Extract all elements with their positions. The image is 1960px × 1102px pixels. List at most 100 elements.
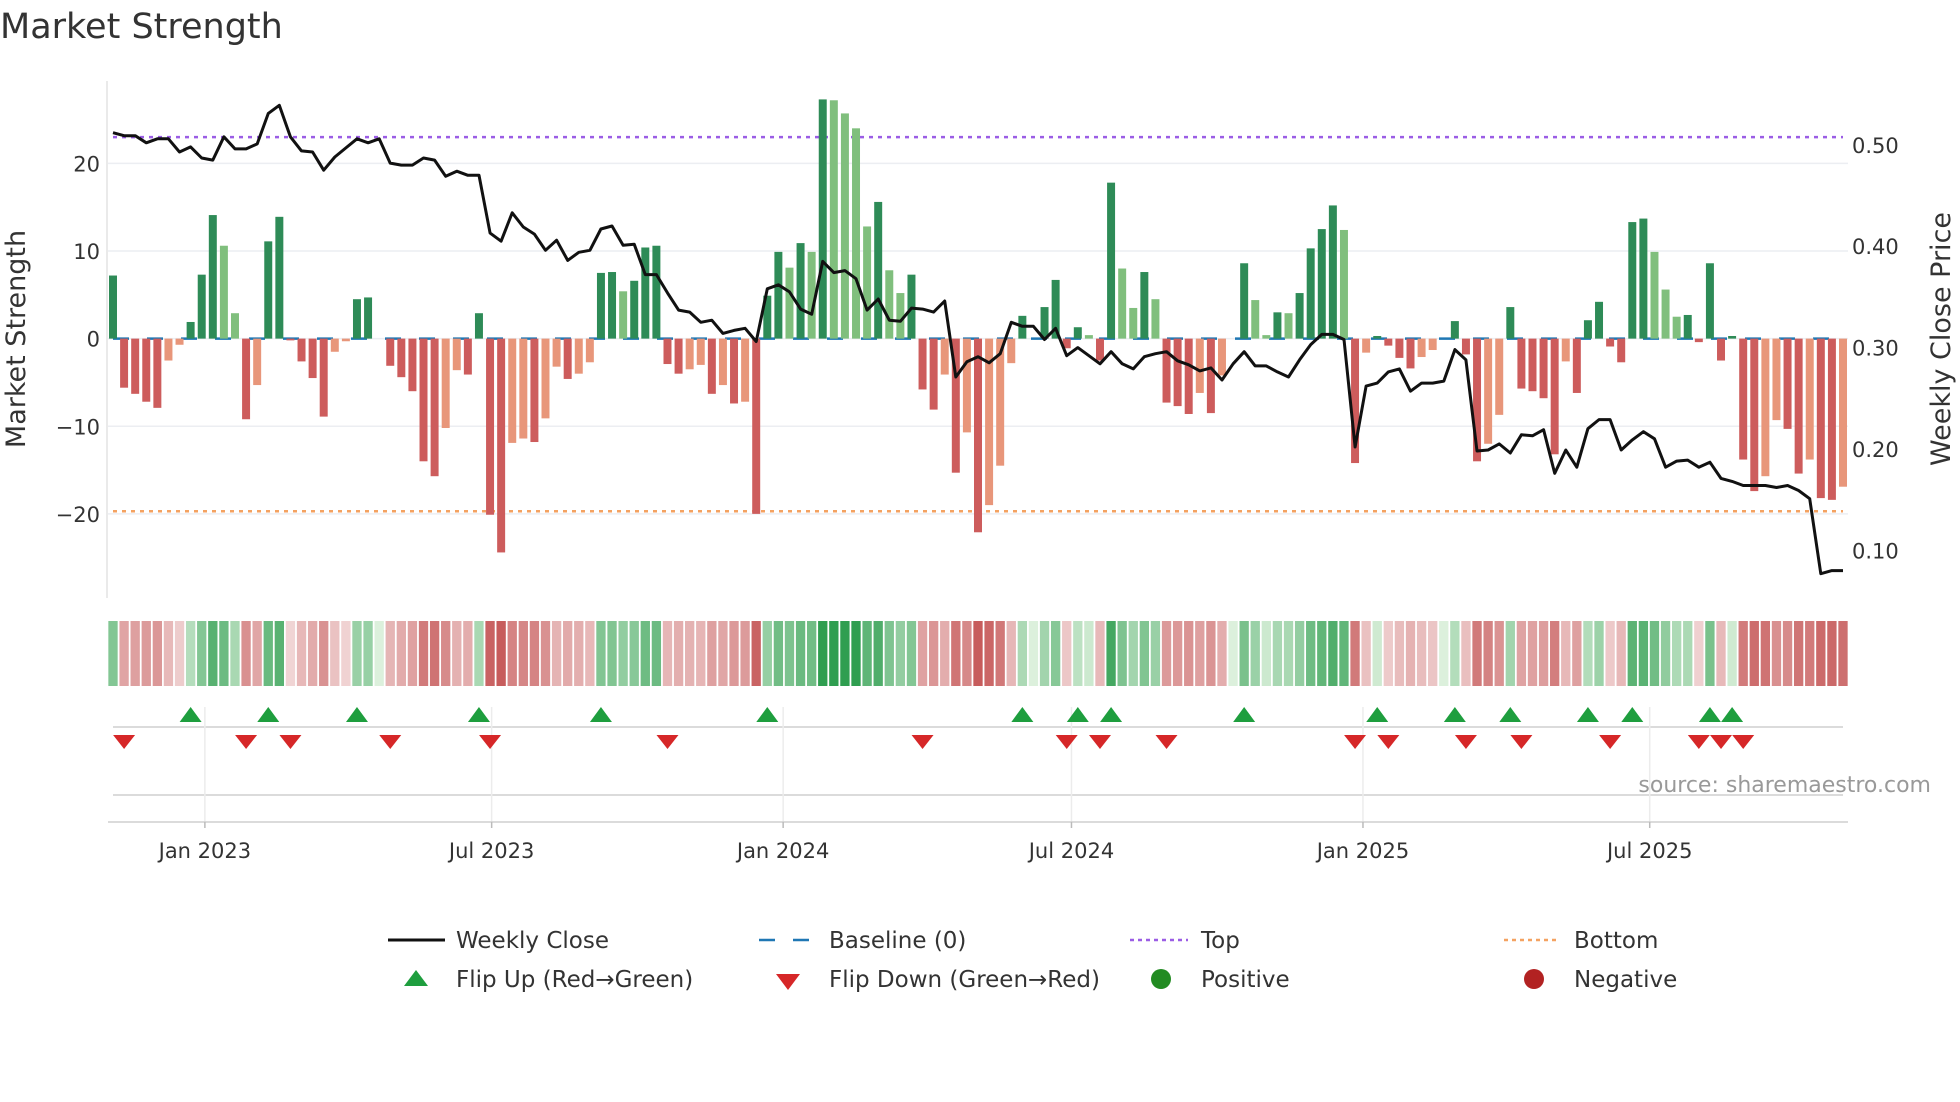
strength-bar (608, 272, 617, 339)
strength-bar (1606, 338, 1615, 347)
strength-bar (430, 338, 439, 477)
heat-strip-cell (1283, 621, 1294, 686)
heat-strip-cell (418, 621, 429, 686)
strength-bar (962, 338, 971, 433)
legend-label: Weekly Close (456, 928, 609, 954)
strength-bar (275, 216, 284, 339)
heat-strip-cell (185, 621, 196, 686)
positive-dot-icon (1151, 969, 1171, 989)
legend-label: Flip Down (Green→Red) (829, 967, 1100, 993)
strength-bar (1317, 229, 1326, 339)
heat-strip-cell (1317, 621, 1327, 686)
strength-bar (408, 338, 417, 392)
strength-bar (508, 338, 517, 443)
heat-strip-cell (1128, 621, 1138, 686)
strength-bar (1827, 338, 1836, 500)
strength-bar (1240, 263, 1249, 339)
y-tick-label: −10 (56, 415, 100, 439)
heat-strip-cell (629, 621, 639, 686)
strength-bar (1517, 338, 1526, 389)
x-tick-label: Jan 2025 (1315, 839, 1410, 863)
heat-strip-cell (274, 621, 285, 686)
strength-bar (1495, 338, 1504, 415)
heat-strip-cell (928, 621, 939, 686)
legend-item-positive: Positive (1151, 967, 1290, 993)
flip-up-marker (179, 707, 202, 722)
triangle-down-icon (776, 974, 800, 990)
heat-strip-cell (751, 621, 761, 686)
strength-bar (341, 338, 350, 342)
heat-strip-cell (485, 621, 495, 686)
heat-strip-cell (230, 621, 240, 686)
strength-bar (596, 272, 605, 339)
heat-strip-cell (951, 621, 961, 686)
heat-strip-cell (1627, 621, 1637, 686)
strength-bar (741, 338, 750, 402)
heat-strip-cell (152, 621, 163, 686)
strength-bar (641, 247, 650, 339)
strength-bar (1373, 335, 1382, 339)
heat-strip-cell (219, 621, 229, 686)
flip-down-marker (911, 735, 934, 749)
strength-bar (1129, 307, 1138, 339)
strength-bar (707, 338, 716, 394)
heat-strip-cell (296, 621, 307, 686)
strength-bar (1694, 338, 1703, 343)
strength-bar (630, 280, 639, 339)
heat-strip-cell (130, 621, 140, 686)
strength-bar (397, 338, 406, 378)
strength-bar (1406, 338, 1415, 369)
strength-bar (1550, 338, 1559, 455)
heat-strip-cell (285, 621, 296, 686)
heat-strip-cell (407, 621, 418, 686)
heat-strip-cell (1483, 621, 1493, 686)
strength-bar (1595, 301, 1604, 339)
heat-strip-cell (141, 621, 151, 686)
strength-bar (109, 275, 117, 339)
strength-heat-strip (108, 621, 1848, 686)
heat-strip-cell (729, 621, 739, 686)
strength-bar (974, 338, 982, 533)
strength-bar (652, 245, 661, 339)
heat-strip-cell (1816, 621, 1826, 686)
heat-strip-cell (1073, 621, 1083, 686)
flip-up-marker (1443, 707, 1466, 722)
heat-strip-cell (540, 621, 551, 686)
strength-bar (1772, 338, 1781, 421)
strength-bar (308, 338, 317, 379)
strength-bar (752, 338, 761, 514)
heat-strip-cell (1683, 621, 1693, 686)
heat-strip-cell (1716, 621, 1726, 686)
flip-up-marker (467, 707, 490, 722)
strength-bar (1095, 338, 1104, 361)
flip-up-marker (1066, 707, 1089, 722)
heat-strip-cell (784, 621, 795, 686)
strength-bar (1484, 338, 1493, 444)
heat-strip-cell (1294, 621, 1305, 686)
heat-strip-cell (1150, 621, 1161, 686)
market-strength-chart: Market Strength −20 −10 0 10 20 0.10 0.20 0.30 0… (0, 7, 1957, 993)
flip-down-marker (1732, 735, 1755, 749)
flip-down-marker (279, 735, 302, 749)
heat-strip-cell (1261, 621, 1271, 686)
flip-down-marker (1377, 735, 1400, 749)
heat-strip-cell (474, 621, 484, 686)
strength-bar (1839, 338, 1847, 487)
strength-bar (829, 100, 838, 339)
strength-bar (785, 267, 794, 339)
heat-strip-cell (208, 621, 218, 686)
flip-up-marker (756, 707, 779, 722)
heat-strip-cell (1328, 621, 1338, 686)
y-axis-label: Market Strength (1, 230, 32, 448)
flip-up-marker (1011, 707, 1034, 722)
heat-strip-cell (1649, 621, 1660, 686)
heat-strip-cell (884, 621, 894, 686)
strength-bar (1661, 289, 1670, 339)
strength-bar (1805, 338, 1814, 460)
heat-strip-cell (1749, 621, 1759, 686)
heat-strip-cell (851, 621, 861, 686)
strength-bar (1450, 321, 1459, 339)
strength-bar (186, 321, 195, 339)
y2-tick-label: 0.50 (1852, 134, 1899, 158)
heat-strip-cell (1339, 621, 1349, 686)
